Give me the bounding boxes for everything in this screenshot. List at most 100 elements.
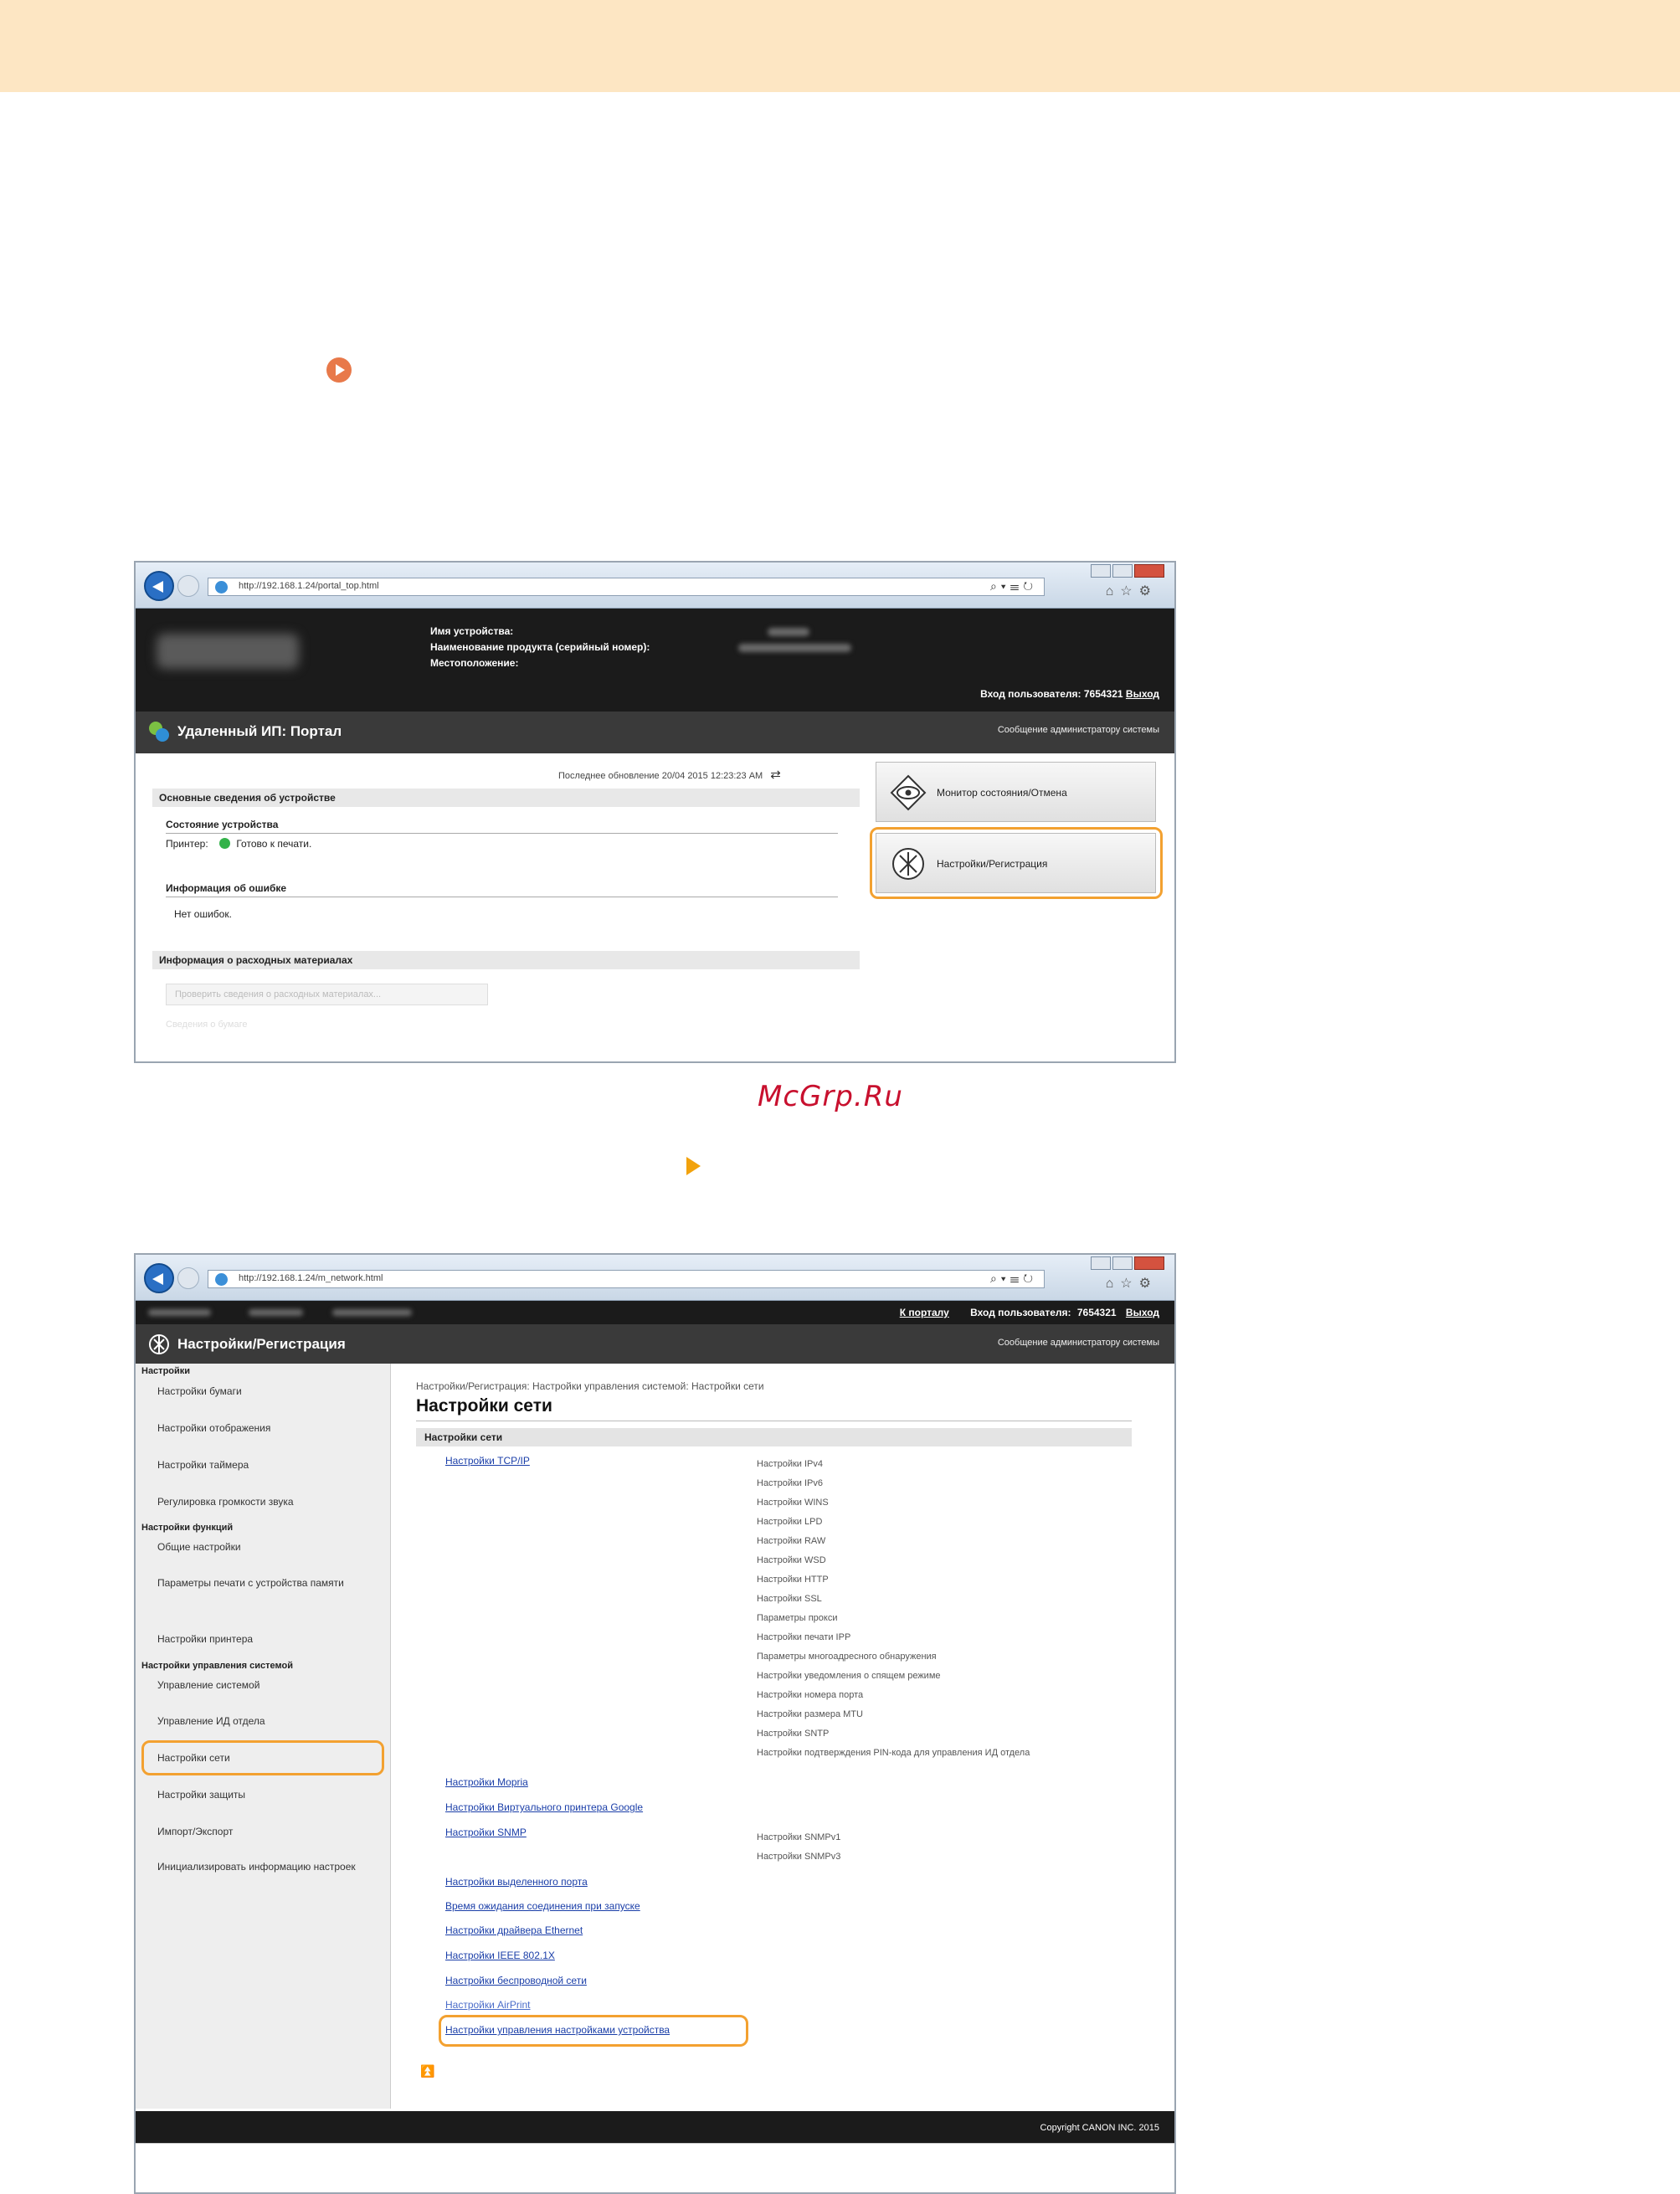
sidebar-item-import-export[interactable]: Импорт/Экспорт: [157, 1822, 383, 1841]
consumables-header: Информация о расходных материалах: [152, 951, 860, 969]
tcpip-item: Настройки WSD: [757, 1555, 826, 1565]
link-startup-wait[interactable]: Время ожидания соединения при запуске: [445, 1900, 640, 1912]
status-monitor-button[interactable]: Монитор состояния/Отмена: [876, 762, 1156, 822]
blurred-logo: [157, 634, 299, 669]
sidebar-item-paper[interactable]: Настройки бумаги: [157, 1382, 383, 1400]
sidebar-category-management: Настройки управления системой: [141, 1661, 293, 1671]
tcpip-item: Настройки номера порта: [757, 1690, 864, 1700]
link-wireless[interactable]: Настройки беспроводной сети: [445, 1975, 587, 1986]
status-monitor-label: Монитор состояния/Отмена: [937, 787, 1067, 799]
ie-icon: [215, 581, 228, 593]
blurred-value: [738, 644, 851, 652]
refresh-icon[interactable]: ⇄: [770, 768, 781, 782]
back-icon[interactable]: [144, 1263, 174, 1293]
link-airprint[interactable]: Настройки AirPrint: [445, 1999, 531, 2011]
printer-label: Принтер:: [166, 838, 208, 850]
back-icon[interactable]: [144, 571, 174, 601]
tcpip-item: Параметры прокси: [757, 1613, 838, 1623]
tcpip-item: Настройки SNTP: [757, 1729, 830, 1739]
settings-browser-window: http://192.168.1.24/m_network.html ⌕▾☰↻ …: [134, 1253, 1176, 2194]
arrow-marker-icon: [686, 1157, 701, 1175]
network-section-bar: Настройки сети: [416, 1428, 1132, 1446]
check-consumables-button[interactable]: Проверить сведения о расходных материала…: [166, 984, 488, 1005]
last-update: Последнее обновление 20/04 2015 12:23:23…: [558, 767, 781, 782]
browser-chrome: http://192.168.1.24/portal_top.html ⌕▾☰↻…: [136, 563, 1174, 609]
blurred-value: [148, 1309, 211, 1316]
link-ieee8021x[interactable]: Настройки IEEE 802.1X: [445, 1950, 555, 1961]
forward-icon[interactable]: [177, 1267, 199, 1289]
snmp-item: Настройки SNMPv3: [757, 1852, 841, 1862]
link-ethernet-driver[interactable]: Настройки драйвера Ethernet: [445, 1924, 583, 1936]
breadcrumb: Настройки/Регистрация: Настройки управле…: [416, 1380, 764, 1392]
sidebar-item-common[interactable]: Общие настройки: [157, 1538, 383, 1556]
printer-status: Готово к печати.: [236, 838, 312, 850]
device-header: Имя устройства: Наименование продукта (с…: [136, 609, 1174, 712]
header-links: К порталу Вход пользователя: 7654321 Вых…: [881, 1307, 1159, 1318]
settings-device-header: К порталу Вход пользователя: 7654321 Вых…: [136, 1301, 1174, 1324]
url-text: http://192.168.1.24/portal_top.html: [239, 581, 379, 591]
portal-browser-window: http://192.168.1.24/portal_top.html ⌕▾☰↻…: [134, 561, 1176, 1063]
sidebar-item-system-management[interactable]: Управление системой: [157, 1676, 383, 1694]
login-label: Вход пользователя:: [980, 688, 1081, 700]
device-info-header: Основные сведения об устройстве: [152, 789, 860, 807]
sidebar-item-dept-id[interactable]: Управление ИД отдела: [157, 1712, 383, 1730]
error-info-value: Нет ошибок.: [174, 908, 232, 920]
product-name-label: Наименование продукта (серийный номер):: [430, 641, 650, 653]
logout-link[interactable]: Выход: [1126, 1307, 1159, 1318]
address-tools-icon[interactable]: ⌕▾☰↻: [990, 1272, 1037, 1286]
sidebar-item-printer[interactable]: Настройки принтера: [157, 1630, 383, 1648]
device-name-label: Имя устройства:: [430, 625, 514, 637]
sidebar: Настройки Настройки бумаги Настройки ото…: [136, 1364, 391, 2109]
faded-text: Сведения о бумаге: [166, 1020, 248, 1030]
settings-titlebar: Настройки/Регистрация Сообщение админист…: [136, 1324, 1174, 1364]
sidebar-item-init-settings[interactable]: Инициализировать информацию настроек: [157, 1857, 383, 1876]
tcpip-item: Настройки IPv4: [757, 1459, 824, 1469]
tcpip-item: Настройки RAW: [757, 1536, 826, 1546]
link-snmp[interactable]: Настройки SNMP: [445, 1827, 527, 1838]
window-buttons[interactable]: [1091, 1256, 1164, 1270]
sidebar-item-timer[interactable]: Настройки таймера: [157, 1456, 383, 1474]
location-label: Местоположение:: [430, 657, 519, 669]
page-title: Настройки сети: [416, 1396, 552, 1416]
to-portal-link[interactable]: К порталу: [900, 1307, 949, 1318]
address-bar[interactable]: http://192.168.1.24/m_network.html ⌕▾☰↻: [208, 1270, 1045, 1288]
link-mopria[interactable]: Настройки Mopria: [445, 1776, 528, 1788]
logout-link[interactable]: Выход: [1126, 688, 1159, 700]
address-tools-icon[interactable]: ⌕▾☰↻: [990, 579, 1037, 593]
main-content: Настройки/Регистрация: Настройки управле…: [391, 1364, 1174, 2109]
blurred-value: [332, 1309, 412, 1316]
status-monitor-icon: [890, 774, 927, 811]
link-google-cloud-print[interactable]: Настройки Виртуального принтера Google: [445, 1801, 643, 1813]
portal-title: Удаленный ИП: Портал: [177, 723, 342, 739]
to-top-icon[interactable]: ⏫: [420, 2064, 434, 2078]
step-marker-icon: [326, 357, 352, 383]
window-bottom: [136, 2143, 1174, 2192]
error-info-label: Информация об ошибке: [166, 882, 838, 897]
device-labels: Имя устройства: Наименование продукта (с…: [430, 624, 650, 671]
sidebar-item-volume[interactable]: Регулировка громкости звука: [157, 1493, 383, 1511]
tcpip-item: Настройки LPD: [757, 1517, 823, 1527]
address-bar[interactable]: http://192.168.1.24/portal_top.html ⌕▾☰↻: [208, 578, 1045, 596]
admin-message-link[interactable]: Сообщение администратору системы: [998, 725, 1159, 735]
link-dedicated-port[interactable]: Настройки выделенного порта: [445, 1876, 588, 1888]
login-info: Вход пользователя: 7654321 Выход: [980, 688, 1159, 700]
browser-tools-icon[interactable]: ⌂☆⚙: [1106, 583, 1158, 599]
window-buttons[interactable]: [1091, 564, 1164, 578]
forward-icon[interactable]: [177, 575, 199, 597]
watermark: McGrp.Ru: [758, 1080, 903, 1113]
highlight-device-settings-link: [439, 2015, 748, 2047]
sidebar-item-memory-print[interactable]: Параметры печати с устройства памяти: [157, 1574, 383, 1592]
admin-message-link[interactable]: Сообщение администратору системы: [998, 1338, 1159, 1348]
browser-tools-icon[interactable]: ⌂☆⚙: [1106, 1275, 1158, 1292]
link-tcpip[interactable]: Настройки TCP/IP: [445, 1455, 530, 1467]
sidebar-item-display[interactable]: Настройки отображения: [157, 1419, 383, 1437]
copyright: Copyright CANON INC. 2015: [1040, 2123, 1159, 2133]
highlight-settings-button: [870, 827, 1163, 899]
tcpip-item: Настройки подтверждения PIN-кода для упр…: [757, 1748, 1030, 1758]
tcpip-item: Настройки HTTP: [757, 1575, 829, 1585]
sidebar-item-security[interactable]: Настройки защиты: [157, 1786, 383, 1804]
url-text: http://192.168.1.24/m_network.html: [239, 1273, 383, 1283]
snmp-item: Настройки SNMPv1: [757, 1832, 841, 1842]
highlight-network-item: [141, 1740, 384, 1775]
top-band: [0, 0, 1680, 92]
